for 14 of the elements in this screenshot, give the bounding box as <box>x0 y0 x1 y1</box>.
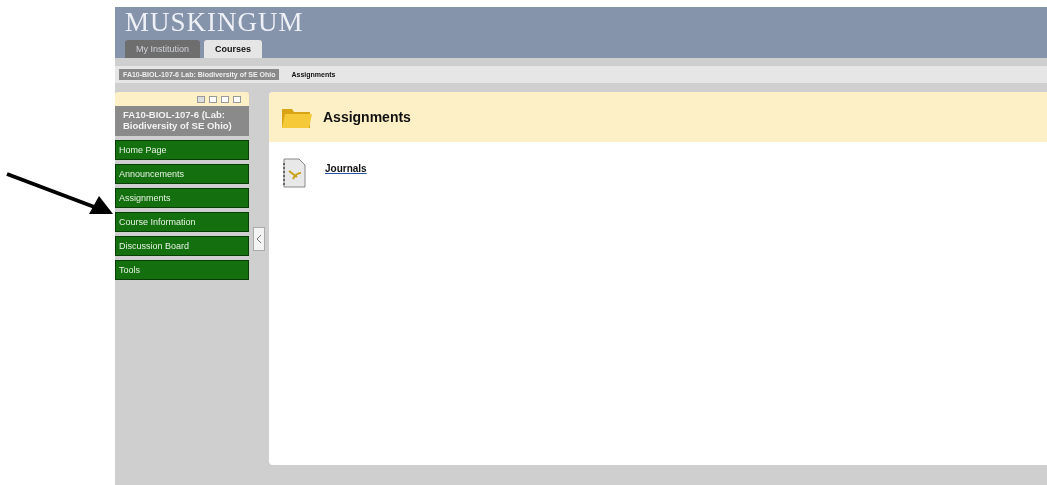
nav-item[interactable]: Announcements <box>115 164 249 184</box>
nav-item[interactable]: Tools <box>115 260 249 280</box>
collapse-icon[interactable] <box>253 227 265 251</box>
course-title[interactable]: FA10-BIOL-107-6 (Lab: Biodiversity of SE Ohio) <box>115 106 249 136</box>
page-title: Assignments <box>323 109 411 125</box>
tab[interactable]: My Institution <box>125 40 201 58</box>
nav-item[interactable]: Home Page <box>115 140 249 160</box>
nav-item[interactable]: Discussion Board <box>115 236 249 256</box>
journals-link[interactable]: Journals <box>325 163 367 174</box>
document-icon <box>281 157 307 189</box>
nav-item[interactable]: Assignments <box>115 188 249 208</box>
nav-item[interactable]: Course Information <box>115 212 249 232</box>
logo: MUSKINGUM <box>125 7 304 37</box>
tab[interactable]: Courses <box>204 40 263 58</box>
